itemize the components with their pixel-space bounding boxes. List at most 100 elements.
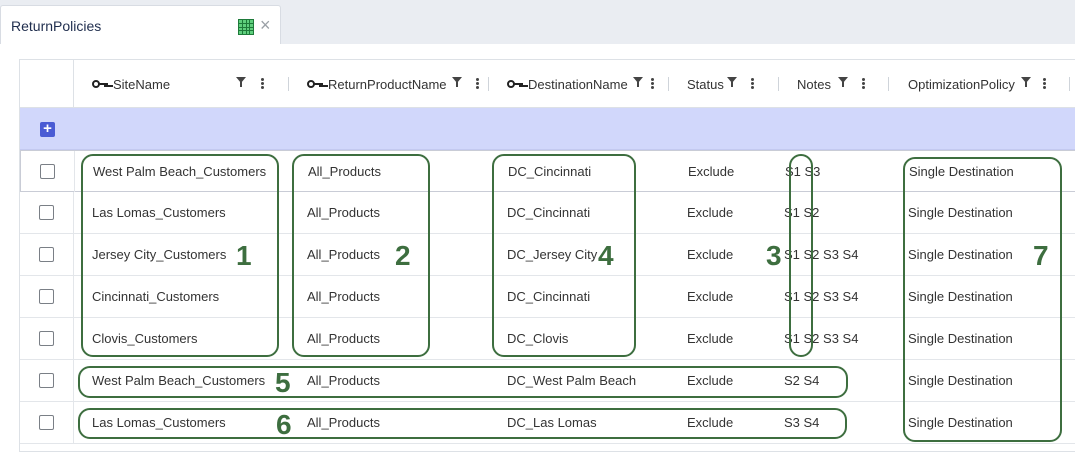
row-checkbox[interactable] xyxy=(39,331,54,346)
table-row[interactable]: Cincinnati_Customers All_Products DC_Cin… xyxy=(20,276,1075,318)
column-label: SiteName xyxy=(113,76,171,92)
column-menu-icon[interactable] xyxy=(261,78,264,90)
cell-destinationname[interactable]: DC_Clovis xyxy=(507,318,568,360)
column-menu-icon[interactable] xyxy=(862,78,865,90)
column-menu-icon[interactable] xyxy=(651,78,654,90)
cell-notes[interactable]: S2 S4 xyxy=(784,360,819,402)
annotation-number-2: 2 xyxy=(395,240,411,271)
row-checkbox[interactable] xyxy=(39,373,54,388)
column-label: ReturnProductName xyxy=(328,76,447,92)
column-header-destinationname[interactable]: DestinationName xyxy=(507,60,628,108)
cell-returnproductname[interactable]: All_Products xyxy=(308,151,381,193)
cell-status[interactable]: Exclude xyxy=(687,192,733,234)
annotation-number-1: 1 xyxy=(236,240,252,271)
column-divider[interactable] xyxy=(668,77,669,91)
annotation-number-7: 7 xyxy=(1033,240,1049,271)
column-divider[interactable] xyxy=(288,77,289,91)
cell-status[interactable]: Exclude xyxy=(687,276,733,318)
column-divider[interactable] xyxy=(488,77,489,91)
column-menu-icon[interactable] xyxy=(1043,78,1046,90)
return-policies-table: SiteName ReturnProductName DestinationNa… xyxy=(19,59,1075,452)
column-header-status[interactable]: Status xyxy=(687,60,724,108)
cell-sitename[interactable]: Cincinnati_Customers xyxy=(92,276,219,318)
cell-returnproductname[interactable]: All_Products xyxy=(307,318,380,360)
column-header-returnproductname[interactable]: ReturnProductName xyxy=(307,60,447,108)
table-row[interactable]: West Palm Beach_Customers All_Products D… xyxy=(20,150,1075,193)
cell-optimizationpolicy[interactable]: Single Destination xyxy=(908,360,1013,402)
column-divider[interactable] xyxy=(778,77,779,91)
filter-icon[interactable] xyxy=(838,77,848,87)
cell-notes[interactable]: S1 S3 xyxy=(785,151,820,193)
cell-destinationname[interactable]: DC_Cincinnati xyxy=(507,192,590,234)
cell-optimizationpolicy[interactable]: Single Destination xyxy=(908,276,1013,318)
annotation-number-6: 6 xyxy=(276,409,292,440)
annotation-number-3: 3 xyxy=(766,240,782,271)
tab-return-policies[interactable]: ReturnPolicies × xyxy=(0,5,281,44)
cell-notes[interactable]: S1 S2 xyxy=(784,192,819,234)
cell-status[interactable]: Exclude xyxy=(687,402,733,444)
table-row[interactable]: Clovis_Customers All_Products DC_Clovis … xyxy=(20,318,1075,360)
tab-bar: ReturnPolicies × xyxy=(0,0,1075,44)
filter-icon[interactable] xyxy=(236,77,246,87)
table-row[interactable]: Las Lomas_Customers All_Products DC_Cinc… xyxy=(20,192,1075,234)
cell-status[interactable]: Exclude xyxy=(687,360,733,402)
cell-sitename[interactable]: Jersey City_Customers xyxy=(92,234,226,276)
row-checkbox[interactable] xyxy=(39,205,54,220)
cell-destinationname[interactable]: DC_West Palm Beach xyxy=(507,360,636,402)
table-row[interactable]: Jersey City_Customers All_Products DC_Je… xyxy=(20,234,1075,276)
cell-sitename[interactable]: West Palm Beach_Customers xyxy=(93,151,266,193)
cell-returnproductname[interactable]: All_Products xyxy=(307,234,380,276)
cell-notes[interactable]: S1 S2 S3 S4 xyxy=(784,276,858,318)
cell-returnproductname[interactable]: All_Products xyxy=(307,192,380,234)
row-checkbox[interactable] xyxy=(39,247,54,262)
close-icon[interactable]: × xyxy=(260,15,271,35)
cell-optimizationpolicy[interactable]: Single Destination xyxy=(908,192,1013,234)
table-row[interactable]: West Palm Beach_Customers All_Products D… xyxy=(20,360,1075,402)
column-menu-icon[interactable] xyxy=(476,78,479,90)
filter-icon[interactable] xyxy=(452,77,462,87)
cell-sitename[interactable]: Las Lomas_Customers xyxy=(92,402,226,444)
cell-notes[interactable]: S1 S2 S3 S4 xyxy=(784,318,858,360)
table-row[interactable]: Las Lomas_Customers All_Products DC_Las … xyxy=(20,402,1075,444)
column-menu-icon[interactable] xyxy=(751,78,754,90)
column-label: OptimizationPolicy xyxy=(908,76,1015,92)
row-checkbox[interactable] xyxy=(39,289,54,304)
cell-optimizationpolicy[interactable]: Single Destination xyxy=(908,402,1013,444)
key-icon xyxy=(507,79,523,89)
filter-icon[interactable] xyxy=(633,77,643,87)
row-checkbox[interactable] xyxy=(39,415,54,430)
row-checkbox[interactable] xyxy=(40,164,55,179)
cell-destinationname[interactable]: DC_Las Lomas xyxy=(507,402,597,444)
cell-destinationname[interactable]: DC_Cincinnati xyxy=(508,151,591,193)
grid-icon xyxy=(238,19,254,35)
cell-sitename[interactable]: Clovis_Customers xyxy=(92,318,197,360)
column-header-sitename[interactable]: SiteName xyxy=(92,60,170,108)
table-header: SiteName ReturnProductName DestinationNa… xyxy=(20,60,1075,108)
cell-status[interactable]: Exclude xyxy=(687,234,733,276)
add-row-button[interactable]: + xyxy=(40,121,55,137)
cell-optimizationpolicy[interactable]: Single Destination xyxy=(908,318,1013,360)
column-label: Status xyxy=(687,76,724,92)
cell-sitename[interactable]: West Palm Beach_Customers xyxy=(92,360,265,402)
filter-icon[interactable] xyxy=(727,77,737,87)
cell-notes[interactable]: S3 S4 xyxy=(784,402,819,444)
column-label: DestinationName xyxy=(528,76,628,92)
cell-destinationname[interactable]: DC_Jersey City xyxy=(507,234,597,276)
cell-optimizationpolicy[interactable]: Single Destination xyxy=(908,234,1013,276)
cell-returnproductname[interactable]: All_Products xyxy=(307,276,380,318)
cell-destinationname[interactable]: DC_Cincinnati xyxy=(507,276,590,318)
tab-title: ReturnPolicies xyxy=(11,18,102,34)
column-divider[interactable] xyxy=(1069,77,1070,91)
column-divider[interactable] xyxy=(888,77,889,91)
cell-optimizationpolicy[interactable]: Single Destination xyxy=(909,151,1014,193)
cell-returnproductname[interactable]: All_Products xyxy=(307,402,380,444)
column-label: Notes xyxy=(797,76,831,92)
filter-icon[interactable] xyxy=(1021,77,1031,87)
column-header-notes[interactable]: Notes xyxy=(797,60,831,108)
column-header-optimizationpolicy[interactable]: OptimizationPolicy xyxy=(908,60,1015,108)
cell-sitename[interactable]: Las Lomas_Customers xyxy=(92,192,226,234)
cell-status[interactable]: Exclude xyxy=(688,151,734,193)
cell-status[interactable]: Exclude xyxy=(687,318,733,360)
cell-notes[interactable]: S1 S2 S3 S4 xyxy=(784,234,858,276)
cell-returnproductname[interactable]: All_Products xyxy=(307,360,380,402)
